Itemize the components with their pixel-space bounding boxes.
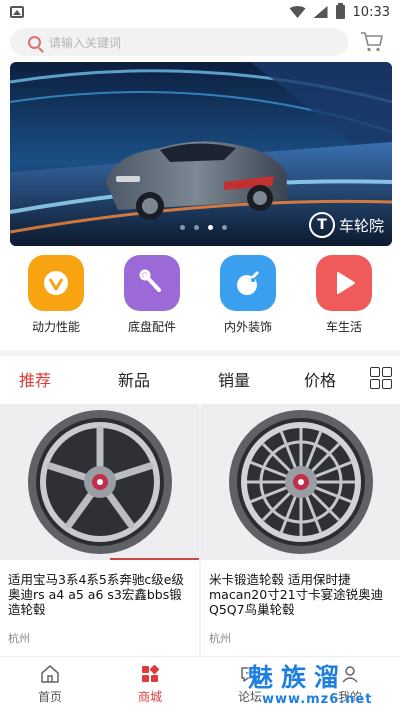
tab-home[interactable]: 首页 [0,657,100,711]
bomb-icon [220,255,276,311]
watermark-url: www.mz6.net [262,692,373,707]
site-watermark: 魅族溜 www.mz6.net [248,664,398,710]
product-city: 杭州 [209,632,231,645]
category-shortcuts: 动力性能 底盘配件 内外装饰 车生活 [0,255,400,341]
sort-tab-recommend[interactable]: 推荐 [0,367,70,391]
sort-tab-new[interactable]: 新品 [70,367,198,391]
category-car-life[interactable]: 车生活 [299,255,389,341]
status-time: 10:33 [352,4,390,20]
category-power[interactable]: 动力性能 [11,255,101,341]
search-placeholder[interactable]: 请输入关键词 [49,34,121,51]
category-label: 动力性能 [31,320,80,334]
play-icon [316,255,372,311]
product-image [0,404,199,560]
product-image [201,404,400,560]
watermark-text: 魅族溜 [248,663,348,692]
banner-dot-active[interactable] [208,225,213,230]
banner-dot[interactable] [194,225,199,230]
sort-tab-sales[interactable]: 销量 [198,367,270,391]
banner-logo: T 车轮院 [308,212,384,238]
product-title[interactable]: 适用宝马3系4系5系奔驰c级e级奥迪rs a4 a5 a6 s3宏鑫bbs锻造轮… [0,560,199,632]
category-label: 车生活 [325,320,362,334]
banner-dot[interactable] [222,225,227,230]
wheel-logo-icon: T [308,212,335,238]
signal-icon [313,6,328,18]
tab-shop[interactable]: 商城 [100,657,200,711]
product-title[interactable]: 米卡锻造轮毂 适用保时捷macan20寸21寸卡宴途锐奥迪Q5Q7鸟巢轮毂 [201,560,400,632]
banner-pagination [180,225,227,230]
search-icon [28,35,41,49]
home-icon [41,664,59,683]
category-decoration[interactable]: 内外装饰 [203,255,293,341]
grid-view-icon[interactable] [370,367,392,389]
tab-label: 首页 [37,689,62,704]
status-bar: 10:33 [0,0,400,24]
category-chassis[interactable]: 底盘配件 [107,255,197,341]
banner-dot[interactable] [180,225,185,230]
cart-button[interactable] [360,30,384,54]
product-grid: 适用宝马3系4系5系奔驰c级e级奥迪rs a4 a5 a6 s3宏鑫bbs锻造轮… [0,404,400,658]
product-city: 杭州 [8,632,30,645]
category-label: 底盘配件 [127,320,176,334]
gallery-icon [10,6,24,18]
image-underline [110,558,199,560]
product-card[interactable]: 适用宝马3系4系5系奔驰c级e级奥迪rs a4 a5 a6 s3宏鑫bbs锻造轮… [0,404,199,658]
category-label: 内外装饰 [223,320,272,334]
banner-carousel[interactable]: T 车轮院 [10,62,392,246]
sort-tab-price[interactable]: 价格 [270,367,370,391]
product-card[interactable]: 米卡锻造轮毂 适用保时捷macan20寸21寸卡宴途锐奥迪Q5Q7鸟巢轮毂 杭州 [201,404,400,658]
banner-logo-text: 车轮院 [338,216,384,235]
wifi-icon [289,6,306,18]
cart-icon [361,32,383,52]
wheel-image [228,410,373,554]
sort-tabs: 推荐 新品 销量 价格 [0,357,400,401]
search-bar[interactable]: 请输入关键词 [10,28,348,56]
wheel-image [27,410,172,554]
wrench-icon [124,255,180,311]
shop-icon [142,664,160,682]
heart-v-icon [28,255,84,311]
section-divider [0,350,400,356]
battery-icon [335,3,345,19]
tab-label: 商城 [137,689,162,704]
